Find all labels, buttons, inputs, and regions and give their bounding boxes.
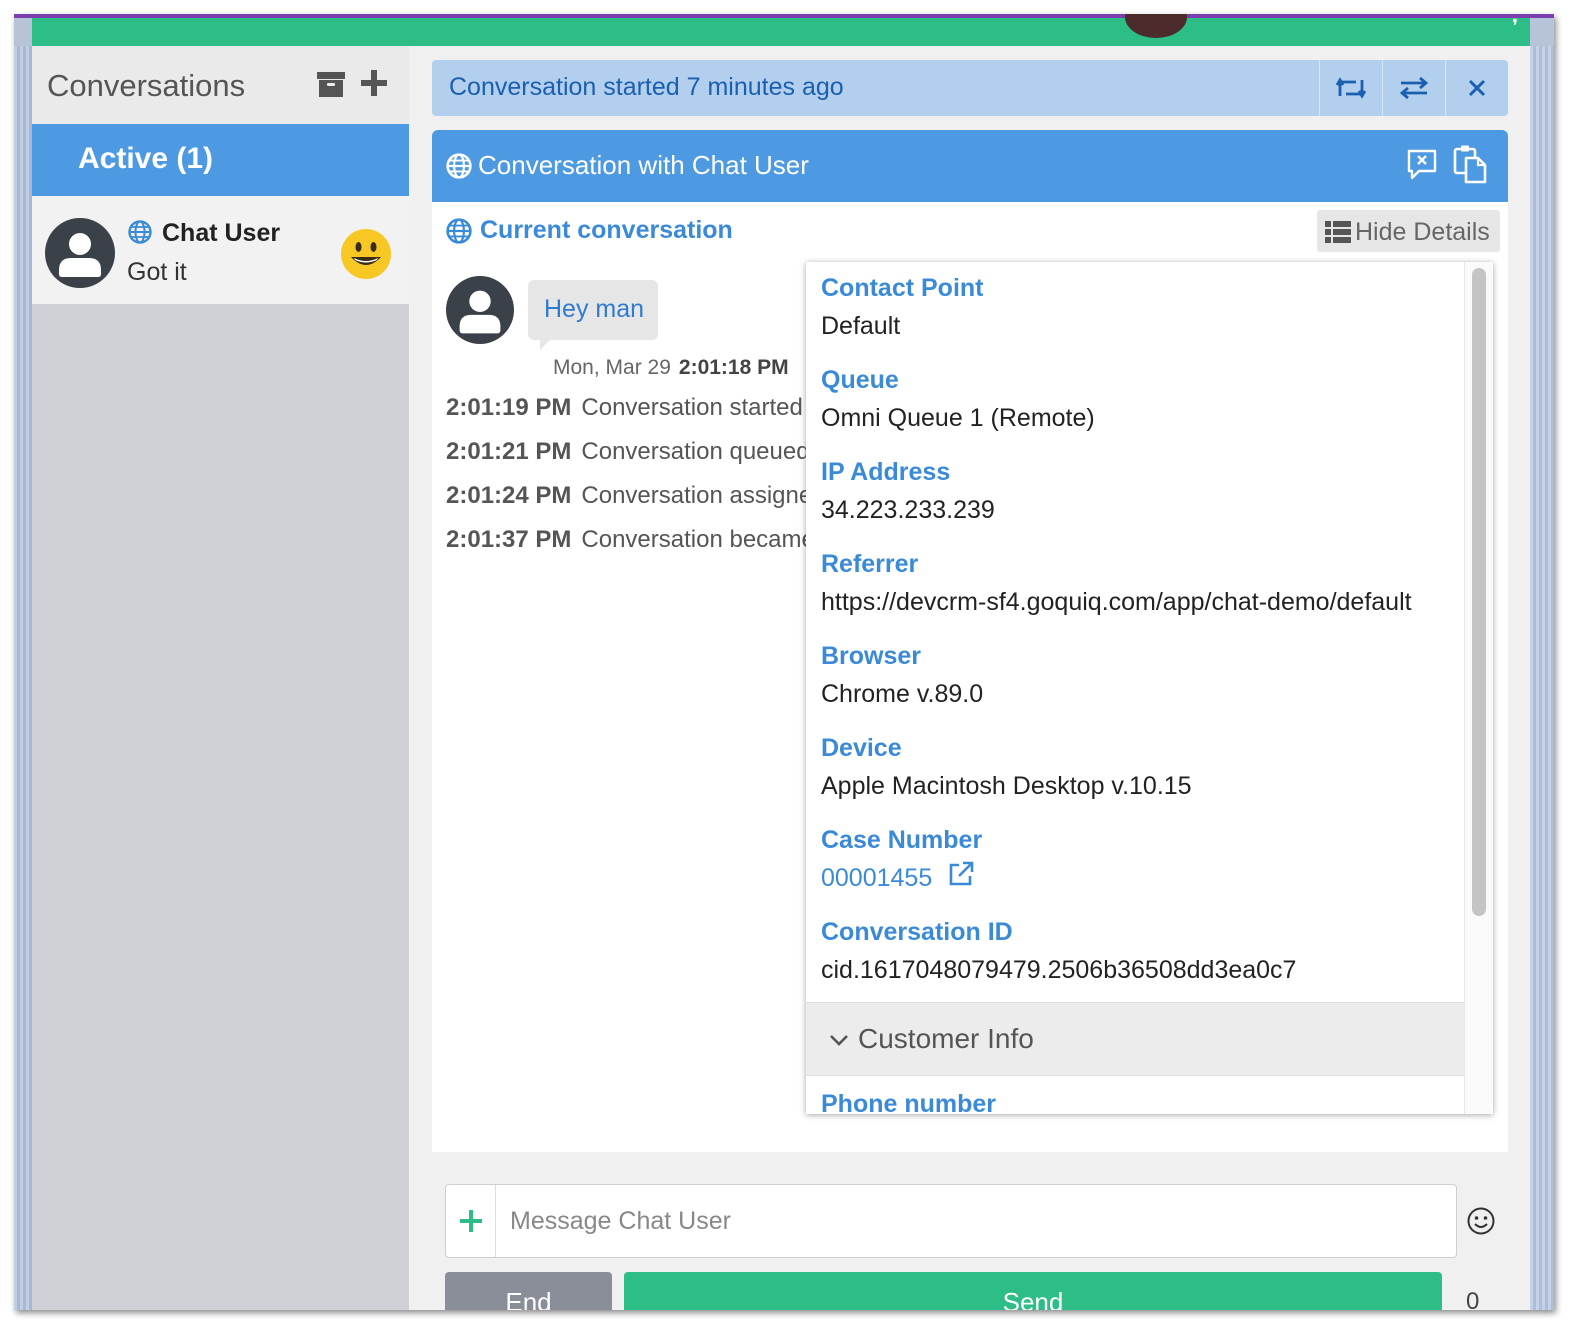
message-date: Mon, Mar 29 (553, 356, 671, 379)
detail-label: Case Number (821, 826, 983, 854)
event-row: 2:01:19 PM Conversation started (446, 394, 806, 438)
hide-details-label: Hide Details (1355, 218, 1490, 246)
copy-icon[interactable] (1452, 144, 1488, 184)
event-time: 2:01:21 PM (446, 438, 572, 465)
message-input[interactable] (496, 1185, 1456, 1257)
external-link-icon[interactable] (947, 860, 975, 888)
end-button[interactable]: End (445, 1272, 612, 1310)
retweet-button[interactable] (1319, 60, 1382, 116)
archive-icon[interactable] (316, 70, 346, 98)
customer-info-toggle[interactable]: Customer Info (806, 1002, 1464, 1076)
detail-label: Conversation ID (821, 918, 1013, 946)
close-icon (1468, 79, 1486, 97)
send-button[interactable]: Send (624, 1272, 1442, 1310)
hide-details-button[interactable]: Hide Details (1317, 210, 1500, 252)
background-decoration-left (14, 46, 32, 1310)
tab-active[interactable]: Active (1) (32, 124, 409, 196)
plus-icon (460, 1210, 482, 1232)
globe-icon (446, 218, 472, 244)
case-number-link[interactable]: 00001455 (821, 864, 932, 893)
event-text: Conversation queued (581, 438, 806, 465)
list-icon (1325, 221, 1351, 243)
background-decoration-right (1530, 46, 1554, 1310)
message-bubble: Hey man (528, 280, 658, 350)
details-popover[interactable]: Contact Point Default Queue Omni Queue 1… (806, 262, 1493, 1114)
smiley-emoji-icon (341, 229, 391, 279)
event-text: Conversation became (581, 526, 806, 553)
event-row: 2:01:37 PM Conversation became (446, 526, 806, 570)
details-scrollbar-thumb[interactable] (1472, 268, 1486, 916)
chevron-down-icon (830, 1035, 848, 1046)
panel-title: Conversation with Chat User (478, 150, 809, 180)
detail-label: Phone number (821, 1090, 997, 1114)
message-text: Hey man (544, 295, 645, 323)
event-text: Conversation started (581, 394, 803, 421)
tab-active-label: Active (1) (78, 142, 214, 175)
detail-label: Contact Point (821, 274, 984, 302)
detail-value: 34.223.233.239 (821, 496, 995, 524)
app-window: ❜ Conversations Active (1) Chat User Got… (14, 14, 1554, 1310)
event-time: 2:01:37 PM (446, 526, 572, 553)
detail-label: Queue (821, 366, 899, 394)
emoji-icon[interactable] (1466, 1206, 1496, 1236)
sidebar-header: Conversations (32, 46, 409, 124)
conversation-events: 2:01:19 PM Conversation started 2:01:21 P… (446, 394, 806, 570)
conversations-sidebar: Conversations Active (1) Chat User Got i… (32, 46, 409, 1310)
conversation-status-bar: Conversation started 7 minutes ago (432, 60, 1508, 116)
detail-label: Referrer (821, 550, 919, 578)
detail-label: Browser (821, 642, 922, 670)
conversation-last-message: Got it (127, 258, 187, 286)
event-row: 2:01:21 PM Conversation queued (446, 438, 806, 482)
user-avatar-icon (446, 276, 514, 344)
globe-icon (446, 153, 472, 179)
customer-info-label: Customer Info (858, 1023, 1034, 1054)
current-conversation-label: Current conversation (480, 216, 733, 244)
conversation-main-panel: Conversation started 7 minutes ago Conve… (409, 46, 1530, 1310)
plus-icon[interactable] (359, 68, 389, 98)
detail-label: Device (821, 734, 902, 762)
event-time: 2:01:24 PM (446, 482, 572, 509)
agent-avatar[interactable] (1125, 14, 1187, 38)
detail-value: Omni Queue 1 (Remote) (821, 404, 1095, 432)
globe-icon (128, 220, 152, 244)
user-avatar-icon (45, 218, 115, 288)
conversation-body: Current conversation Hide Details Hey ma… (432, 200, 1508, 1152)
event-row: 2:01:24 PM Conversation assigned (446, 482, 806, 526)
message-timestamp: Mon, Mar 29 2:01:18 PM (553, 356, 789, 380)
conversation-list-item[interactable]: Chat User Got it (32, 196, 409, 304)
detail-value: Default (821, 312, 901, 340)
detail-value: cid.1617048079479.2506b36508dd3ea0c7 (821, 956, 1297, 984)
conversation-started-text: Conversation started 7 minutes ago (449, 73, 844, 101)
detail-label: IP Address (821, 458, 951, 486)
sidebar-title: Conversations (47, 68, 246, 103)
transfer-icon (1399, 76, 1429, 100)
top-bar: ❜ (32, 14, 1530, 46)
message-time: 2:01:18 PM (678, 356, 789, 379)
conversation-contact-name: Chat User (162, 219, 281, 247)
end-chat-icon[interactable] (1405, 147, 1439, 181)
conversation-panel-header: Conversation with Chat User (432, 130, 1508, 200)
attach-button[interactable] (446, 1185, 496, 1257)
detail-value: Apple Macintosh Desktop v.10.15 (821, 772, 1192, 800)
event-text: Conversation assigned (581, 482, 806, 509)
close-conversation-button[interactable] (1445, 60, 1508, 116)
detail-value: Chrome v.89.0 (821, 680, 984, 708)
character-count: 0 (1466, 1288, 1480, 1310)
transfer-button[interactable] (1382, 60, 1445, 116)
event-time: 2:01:19 PM (446, 394, 572, 421)
detail-value: https://devcrm-sf4.goquiq.com/app/chat-d… (821, 588, 1412, 616)
retweet-icon (1336, 77, 1366, 99)
corner-icon: ❜ (1512, 16, 1518, 36)
message-composer (445, 1184, 1457, 1258)
